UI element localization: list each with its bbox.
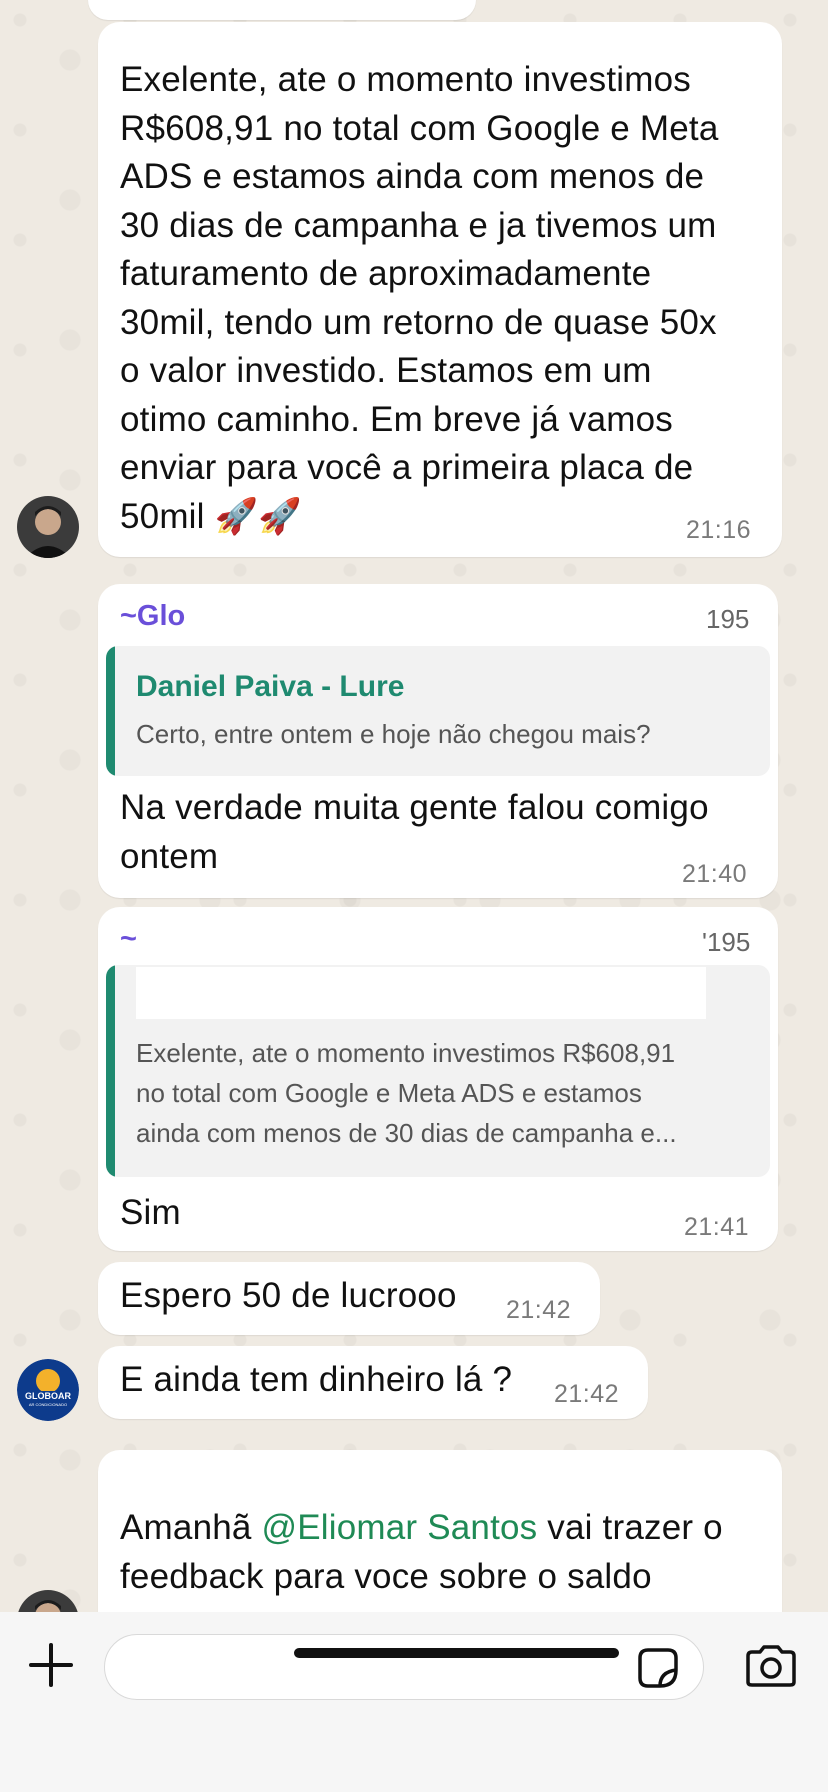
svg-text:GLOBOAR: GLOBOAR [25, 1391, 71, 1401]
sender-name[interactable]: ~Glo [120, 600, 185, 633]
svg-text:AR CONDICIONADO: AR CONDICIONADO [29, 1402, 67, 1407]
quoted-message[interactable]: Daniel Paiva - Lure Certo, entre ontem e… [106, 646, 770, 776]
message-bubble-dinheiro[interactable]: E ainda tem dinheiro lá ? 21:42 [98, 1346, 648, 1419]
quote-accent-bar [106, 646, 115, 776]
plus-icon[interactable] [28, 1642, 74, 1688]
sender-name[interactable]: ~ [120, 923, 137, 956]
message-bubble-sim[interactable]: ~ '195 Exelente, ate o momento investimo… [98, 907, 778, 1251]
camera-icon[interactable] [744, 1644, 798, 1688]
message-input[interactable] [104, 1634, 704, 1700]
sender-phone: 195 [706, 604, 750, 634]
person-avatar-icon [17, 496, 79, 558]
person-avatar-icon [17, 1590, 79, 1612]
message-input-bar [0, 1612, 828, 1792]
message-time: 21:42 [554, 1380, 620, 1408]
avatar-daniel[interactable] [17, 1590, 79, 1612]
home-indicator [294, 1648, 619, 1658]
message-text-lucro: Espero 50 de lucrooo [120, 1276, 457, 1315]
quote-text: Exelente, ate o momento investimos R$608… [136, 1038, 677, 1148]
message-time: 21:16 [686, 516, 752, 544]
message-time: 21:42 [506, 1296, 572, 1324]
globoar-logo-icon: GLOBOAR AR CONDICIONADO [17, 1359, 79, 1421]
quote-author: Daniel Paiva - Lure [136, 670, 405, 703]
avatar-daniel[interactable] [17, 496, 79, 558]
message-text-ontem: Na verdade muita gente falou comigo onte… [120, 788, 709, 876]
message-bubble-investment[interactable]: Exelente, ate o momento investimos R$608… [98, 22, 782, 557]
sender-phone: '195 [702, 927, 751, 957]
quote-text: Certo, entre ontem e hoje não chegou mai… [136, 719, 651, 749]
previous-message-bubble[interactable] [88, 0, 476, 20]
message-bubble-reply-ontem[interactable]: ~Glo 195 Daniel Paiva - Lure Certo, entr… [98, 584, 778, 898]
message-text-sim: Sim [120, 1193, 181, 1232]
message-text-feedback: Amanhã @Eliomar Santos vai trazer o feed… [120, 1508, 723, 1596]
message-text-investment: Exelente, ate o momento investimos R$608… [120, 60, 719, 536]
quote-accent-bar [106, 965, 115, 1177]
message-bubble-lucro[interactable]: Espero 50 de lucrooo 21:42 [98, 1262, 600, 1335]
message-time: 21:41 [684, 1213, 750, 1241]
quote-author-redacted [136, 967, 706, 1019]
message-text-dinheiro: E ainda tem dinheiro lá ? [120, 1360, 513, 1399]
avatar-globoar[interactable]: GLOBOAR AR CONDICIONADO [17, 1359, 79, 1421]
message-bubble-feedback[interactable]: Amanhã @Eliomar Santos vai trazer o feed… [98, 1450, 782, 1612]
mention-link[interactable]: @Eliomar Santos [262, 1508, 538, 1547]
quoted-message[interactable]: Exelente, ate o momento investimos R$608… [106, 965, 770, 1177]
chat-background: Exelente, ate o momento investimos R$608… [0, 0, 828, 1612]
message-time: 21:40 [682, 860, 748, 888]
sticker-icon[interactable] [636, 1646, 680, 1690]
